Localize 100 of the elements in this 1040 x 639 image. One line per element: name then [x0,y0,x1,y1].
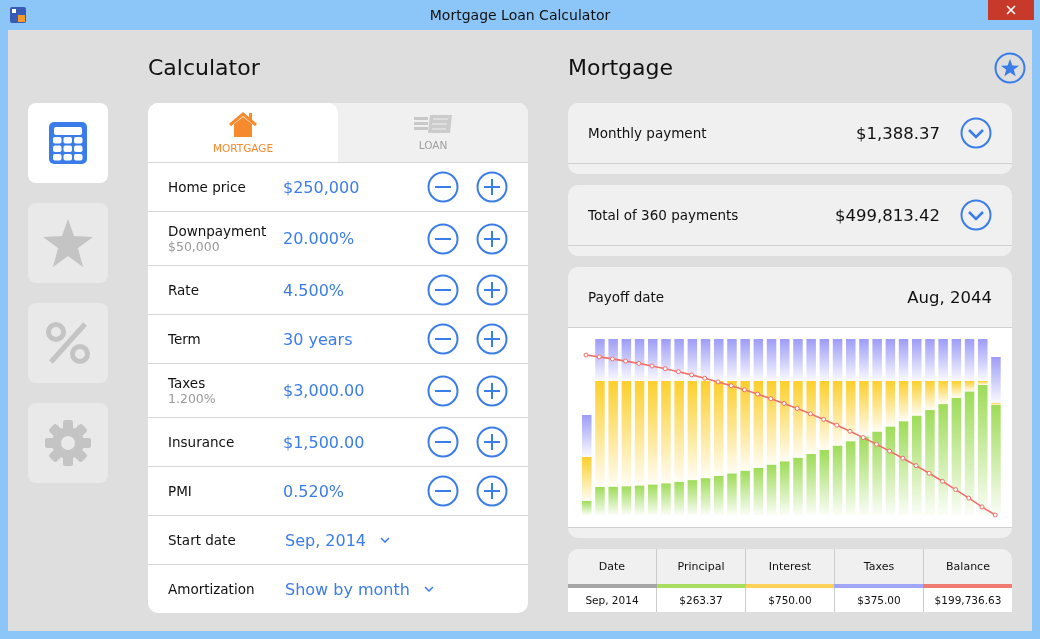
summary-value: $499,813.42 [835,205,940,225]
tax-bar [582,415,592,457]
field-subvalue: $50,000 [168,239,221,254]
principal-bar [595,487,605,515]
field-value[interactable]: 20.000% [283,229,355,248]
tax-bar [938,339,948,381]
table-cell: $263.37 [656,588,745,612]
principal-bar [727,473,737,515]
interest-bar [846,381,856,442]
principal-bar [687,480,698,515]
principal-bar [819,450,830,515]
tax-bar [648,339,658,381]
principal-bar [621,486,632,515]
summary-label: Monthly payment [588,125,707,141]
table-cell: Sep, 2014 [568,588,656,612]
minus-button[interactable] [427,475,459,507]
star-icon [43,219,93,267]
interest-bar [859,381,869,437]
summary-value: Aug, 2044 [907,287,992,307]
table-cell: $375.00 [834,588,923,612]
table-cell: $750.00 [745,588,834,612]
field-label: Term [168,331,202,347]
principal-bar [634,485,645,515]
interest-bar [925,381,935,411]
minus-button[interactable] [427,171,459,203]
expand-button[interactable] [960,117,992,149]
summary-value: $1,388.37 [856,123,940,143]
summary-label: Total of 360 payments [588,207,739,223]
field-value[interactable]: 0.520% [283,481,344,501]
field-value[interactable]: 30 years [283,329,353,349]
minus-button[interactable] [427,274,459,306]
tax-bar [991,357,1001,403]
favorite-button[interactable] [994,52,1026,84]
section-title: Calculator [148,54,261,82]
interest-bar [832,381,843,446]
principal-bar [648,484,658,515]
field-label: Taxes [168,375,207,391]
principal-bar [714,475,724,515]
section-title: Mortgage [568,54,674,82]
tax-bar [595,339,605,381]
chevron-down-icon [380,537,391,543]
field-label: PMI [168,483,193,499]
tax-bar [780,339,790,381]
field-value[interactable]: 4.500% [283,280,344,300]
minus-button[interactable] [427,323,459,355]
tax-bar [621,339,632,381]
field-value[interactable]: $1,500.00 [283,432,365,452]
principal-bar [806,454,816,515]
plus-button[interactable] [476,171,508,203]
plus-button[interactable] [476,426,508,458]
tax-bar [885,339,896,381]
tax-bar [978,339,988,381]
field-label: Downpayment [168,223,268,239]
tax-bar [951,339,962,381]
tab[interactable]: MORTGAGE [148,103,338,162]
tax-bar [925,339,935,381]
close-icon [1006,5,1016,15]
interest-bar [912,381,922,416]
tax-bar [634,339,645,381]
tax-bar [872,339,882,381]
tax-bar [832,339,843,381]
interest-bar [951,381,962,398]
expand-button[interactable] [960,199,992,231]
interest-bar [964,381,975,392]
field-value[interactable]: $3,000.00 [283,381,365,400]
field-label: Rate [168,282,200,298]
tax-bar [687,339,698,381]
interest-bar [819,381,830,451]
plus-button[interactable] [476,374,508,407]
close-button[interactable] [988,0,1034,20]
interest-bar [885,381,896,427]
app-icon [10,7,26,23]
minus-button[interactable] [427,222,459,255]
field-value[interactable]: $250,000 [283,177,360,197]
plus-button[interactable] [476,222,508,255]
field-label: Start date [168,532,237,548]
field-label: Insurance [168,434,236,450]
minus-button[interactable] [427,374,459,407]
window-title: Mortgage Loan Calculator [429,7,611,23]
percent-icon [45,321,91,365]
tax-bar [740,339,750,381]
principal-bar [832,445,843,515]
plus-button[interactable] [476,323,508,355]
dropdown[interactable]: Show by month [285,579,434,599]
settings-icon [44,419,92,467]
field-label: Amortization [168,581,256,597]
tax-bar [674,339,684,381]
tax-bar [964,339,975,381]
minus-button[interactable] [427,426,459,458]
principal-bar [661,483,671,515]
column-header: Date [597,559,627,575]
principal-bar [766,464,777,515]
plus-button[interactable] [476,475,508,507]
sidebar-item[interactable] [28,103,108,183]
principal-bar [740,470,750,515]
plus-button[interactable] [476,274,508,306]
field-label: Home price [168,179,247,195]
interest-bar [898,381,909,422]
dropdown[interactable]: Sep, 2014 [285,530,391,550]
summary-label: Payoff date [588,289,665,305]
